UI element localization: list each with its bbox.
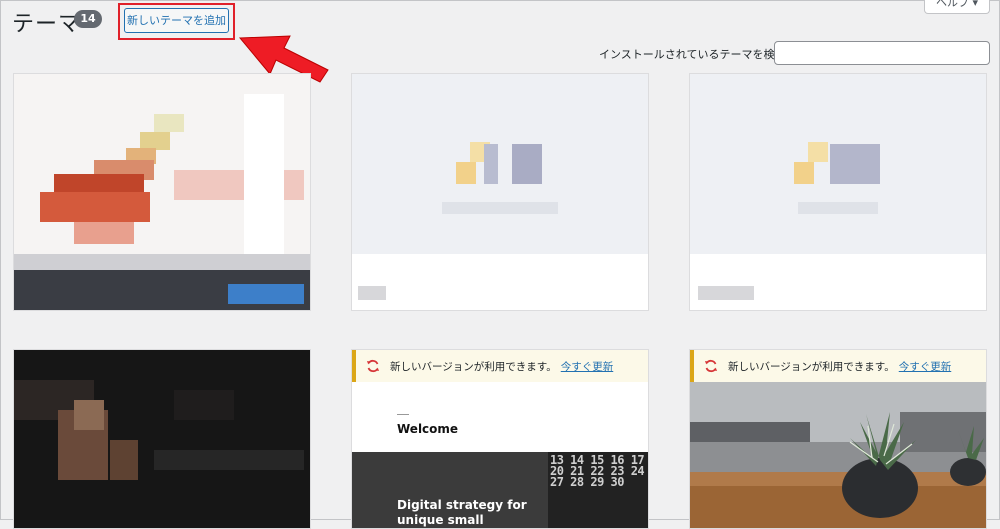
preview-welcome-heading: Welcome xyxy=(397,422,459,436)
update-now-link[interactable]: 今すぐ更新 xyxy=(561,361,614,373)
update-refresh-icon xyxy=(705,359,717,373)
update-notice: 新しいバージョンが利用できます。 今すぐ更新 xyxy=(690,350,986,382)
update-refresh-icon xyxy=(367,359,379,373)
update-now-link[interactable]: 今すぐ更新 xyxy=(899,361,952,373)
theme-search-input[interactable] xyxy=(774,41,990,65)
theme-card[interactable]: 新しいバージョンが利用できます。 今すぐ更新 xyxy=(689,349,987,529)
update-notice-text: 新しいバージョンが利用できます。 xyxy=(728,361,895,373)
theme-card[interactable] xyxy=(13,73,311,311)
theme-screenshot xyxy=(14,74,310,310)
theme-card[interactable] xyxy=(351,73,649,311)
theme-screenshot xyxy=(690,382,986,528)
search-label: インストールされているテーマを検索 xyxy=(599,48,786,61)
update-notice: 新しいバージョンが利用できます。 今すぐ更新 xyxy=(352,350,648,382)
preview-headline-line1: Digital strategy for xyxy=(397,498,527,512)
preview-headline-line2: unique small businesses xyxy=(397,513,484,527)
update-notice-text: 新しいバージョンが利用できます。 xyxy=(390,361,557,373)
theme-count-badge: 14 xyxy=(74,10,102,28)
add-new-theme-button[interactable]: 新しいテーマを追加 xyxy=(124,8,229,33)
theme-card[interactable]: 新しいバージョンが利用できます。 今すぐ更新 Welcome 13 14 15 1… xyxy=(351,349,649,529)
help-tab-button[interactable]: ヘルプ ▾ xyxy=(924,0,990,14)
page-title: テーマ xyxy=(12,12,82,37)
theme-screenshot xyxy=(352,74,648,310)
divider xyxy=(397,414,409,415)
theme-screenshot xyxy=(690,74,986,310)
theme-card[interactable] xyxy=(689,73,987,311)
theme-screenshot: Welcome 13 14 15 16 17 20 21 22 23 24 27… xyxy=(352,382,648,528)
theme-card[interactable] xyxy=(13,349,311,529)
preview-headline: Digital strategy for unique small busine… xyxy=(397,498,557,528)
theme-screenshot xyxy=(14,350,310,528)
preview-calendar-image: 13 14 15 16 17 20 21 22 23 24 27 28 29 3… xyxy=(548,452,648,528)
